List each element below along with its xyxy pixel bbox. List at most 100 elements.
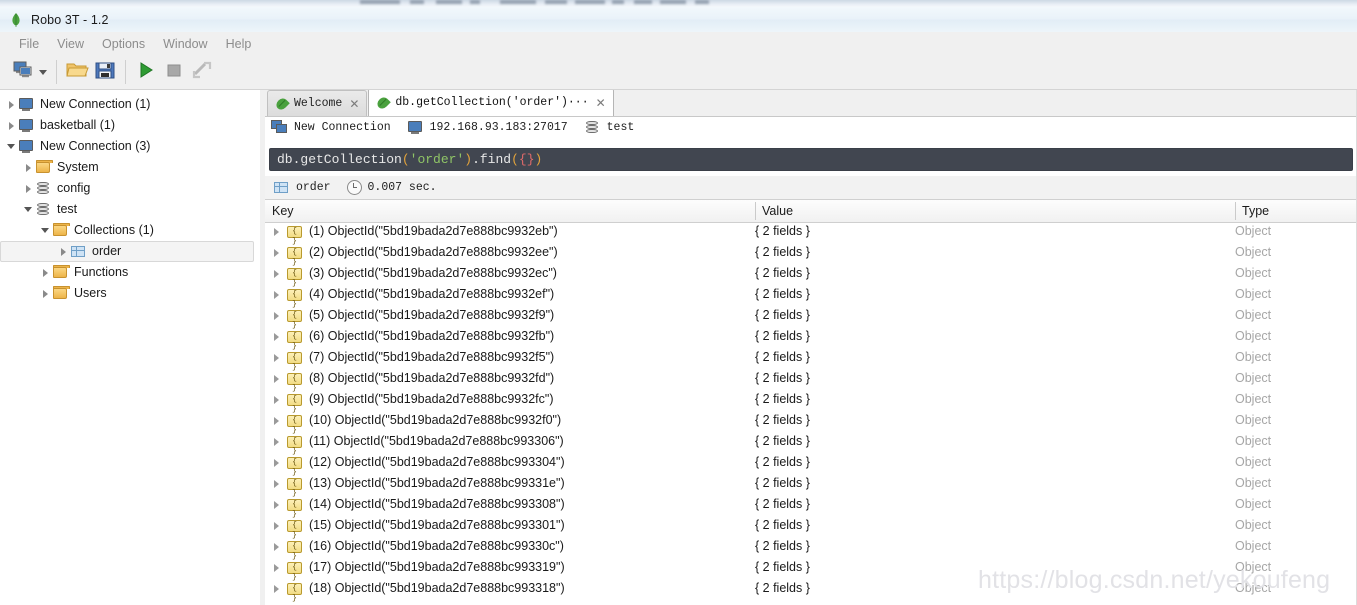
result-info-bar: order 0.007 sec. [265,176,1357,200]
chevron-right-icon[interactable] [274,417,279,425]
result-grid-body[interactable]: { } (1) ObjectId("5bd19bada2d7e888bc9932e… [265,222,1357,605]
chevron-right-icon[interactable] [4,119,18,133]
row-type: Object [1235,497,1272,511]
tab-query[interactable]: db.getCollection('order')··· ✕ [368,90,614,116]
row-objectid: ObjectId("5bd19bada2d7e888bc99331e") [334,476,565,490]
tab-close-icon[interactable]: ✕ [349,98,359,110]
chevron-right-icon[interactable] [274,375,279,383]
sidebar-item-order[interactable]: order [0,241,254,262]
document-icon: { } [287,226,302,246]
chevron-down-icon[interactable] [4,140,18,154]
stop-button[interactable] [160,58,188,86]
chevron-right-icon[interactable] [274,585,279,593]
sidebar-item-functions[interactable]: Functions [0,262,260,283]
chevron-right-icon[interactable] [56,245,70,259]
table-row[interactable]: { } (4) ObjectId("5bd19bada2d7e888bc9932e… [265,285,1357,309]
column-key[interactable]: Key [265,200,755,222]
refresh-button[interactable] [188,58,216,86]
chevron-right-icon[interactable] [38,266,52,280]
sidebar-item-collections-1[interactable]: Collections (1) [0,220,260,241]
table-row[interactable]: { } (10) ObjectId("5bd19bada2d7e888bc9932… [265,411,1357,435]
column-resize-handle[interactable] [1235,202,1236,220]
column-value[interactable]: Value [755,200,1235,222]
row-index: (10) [309,413,332,427]
sidebar-item-system[interactable]: System [0,157,260,178]
table-row[interactable]: { } (14) ObjectId("5bd19bada2d7e888bc9933… [265,495,1357,519]
chevron-right-icon[interactable] [21,182,35,196]
table-row[interactable]: { } (12) ObjectId("5bd19bada2d7e888bc9933… [265,453,1357,477]
sidebar-item-users[interactable]: Users [0,283,260,304]
column-type[interactable]: Type [1235,200,1357,222]
connect-button[interactable] [10,58,38,86]
sidebar-item-new-connection-1[interactable]: New Connection (1) [0,94,260,115]
toolbar-separator-1 [56,60,57,84]
table-row[interactable]: { } (15) ObjectId("5bd19bada2d7e888bc9933… [265,516,1357,540]
explorer-sidebar[interactable]: New Connection (1) basketball (1) New Conn… [0,90,261,605]
connection-segment[interactable]: New Connection [271,120,391,135]
chevron-down-icon[interactable] [21,203,35,217]
execute-button[interactable] [132,58,160,86]
chevron-right-icon[interactable] [274,459,279,467]
tab-strip[interactable]: Welcome ✕ db.getCollection('order')··· ✕ [265,90,1357,117]
mongodb-leaf-icon [274,95,290,112]
chevron-right-icon[interactable] [274,312,279,320]
row-objectid: ObjectId("5bd19bada2d7e888bc993318") [334,581,565,595]
chevron-right-icon[interactable] [4,98,18,112]
chevron-right-icon[interactable] [274,396,279,404]
sidebar-item-test[interactable]: test [0,199,260,220]
chevron-right-icon[interactable] [274,228,279,236]
table-row[interactable]: { } (6) ObjectId("5bd19bada2d7e888bc9932f… [265,327,1357,351]
host-segment[interactable]: 192.168.93.183:27017 [407,120,568,135]
table-row[interactable]: { } (11) ObjectId("5bd19bada2d7e888bc9933… [265,432,1357,456]
table-row[interactable]: { } (18) ObjectId("5bd19bada2d7e888bc9933… [265,579,1357,603]
sidebar-item-new-connection-3[interactable]: New Connection (3) [0,136,260,157]
chevron-down-icon[interactable] [38,224,52,238]
chevron-right-icon[interactable] [274,270,279,278]
table-row[interactable]: { } (13) ObjectId("5bd19bada2d7e888bc9933… [265,474,1357,498]
menu-help[interactable]: Help [217,35,261,53]
sidebar-item-label: Functions [74,265,129,279]
table-row[interactable]: { } (16) ObjectId("5bd19bada2d7e888bc9933… [265,537,1357,561]
menu-view[interactable]: View [48,35,93,53]
collection-icon [70,244,87,259]
chevron-right-icon[interactable] [274,480,279,488]
save-button[interactable] [91,58,119,86]
chevron-right-icon[interactable] [274,291,279,299]
table-row[interactable]: { } (17) ObjectId("5bd19bada2d7e888bc9933… [265,558,1357,582]
chevron-right-icon[interactable] [274,543,279,551]
table-row[interactable]: { } (7) ObjectId("5bd19bada2d7e888bc9932f… [265,348,1357,372]
query-editor[interactable]: db.getCollection('order') .find({}) [269,148,1353,171]
menu-options[interactable]: Options [93,35,154,53]
table-row[interactable]: { } (9) ObjectId("5bd19bada2d7e888bc9932f… [265,390,1357,414]
sidebar-item-label: New Connection (1) [40,97,151,111]
tab-close-icon[interactable]: ✕ [596,97,606,109]
menu-window[interactable]: Window [154,35,216,53]
table-row[interactable]: { } (8) ObjectId("5bd19bada2d7e888bc9932f… [265,369,1357,393]
tab-welcome[interactable]: Welcome ✕ [267,90,368,116]
chevron-right-icon[interactable] [274,438,279,446]
chevron-right-icon[interactable] [38,287,52,301]
row-index: (13) [309,476,332,490]
row-value: { 2 fields } [755,392,810,406]
chevron-right-icon[interactable] [274,249,279,257]
column-resize-handle[interactable] [755,202,756,220]
chevron-right-icon[interactable] [274,501,279,509]
chevron-right-icon[interactable] [274,333,279,341]
chevron-right-icon[interactable] [21,161,35,175]
sidebar-item-config[interactable]: config [0,178,260,199]
table-row[interactable]: { } (3) ObjectId("5bd19bada2d7e888bc9932e… [265,264,1357,288]
chevron-right-icon[interactable] [274,522,279,530]
connection-tree[interactable]: New Connection (1) basketball (1) New Conn… [0,90,260,304]
database-segment[interactable]: test [584,120,634,135]
table-row[interactable]: { } (2) ObjectId("5bd19bada2d7e888bc9932e… [265,243,1357,267]
sidebar-item-basketball-1[interactable]: basketball (1) [0,115,260,136]
menu-file[interactable]: File [10,35,48,53]
connect-dropdown-caret[interactable] [39,69,47,75]
table-row[interactable]: { } (5) ObjectId("5bd19bada2d7e888bc9932f… [265,306,1357,330]
table-row[interactable]: { } (1) ObjectId("5bd19bada2d7e888bc9932e… [265,222,1357,246]
robo3t-window: Robo 3T - 1.2 File View Options Window H… [0,0,1357,605]
chevron-right-icon[interactable] [274,564,279,572]
open-button[interactable] [63,58,91,86]
chevron-right-icon[interactable] [274,354,279,362]
toolbar-separator-2 [125,60,126,84]
